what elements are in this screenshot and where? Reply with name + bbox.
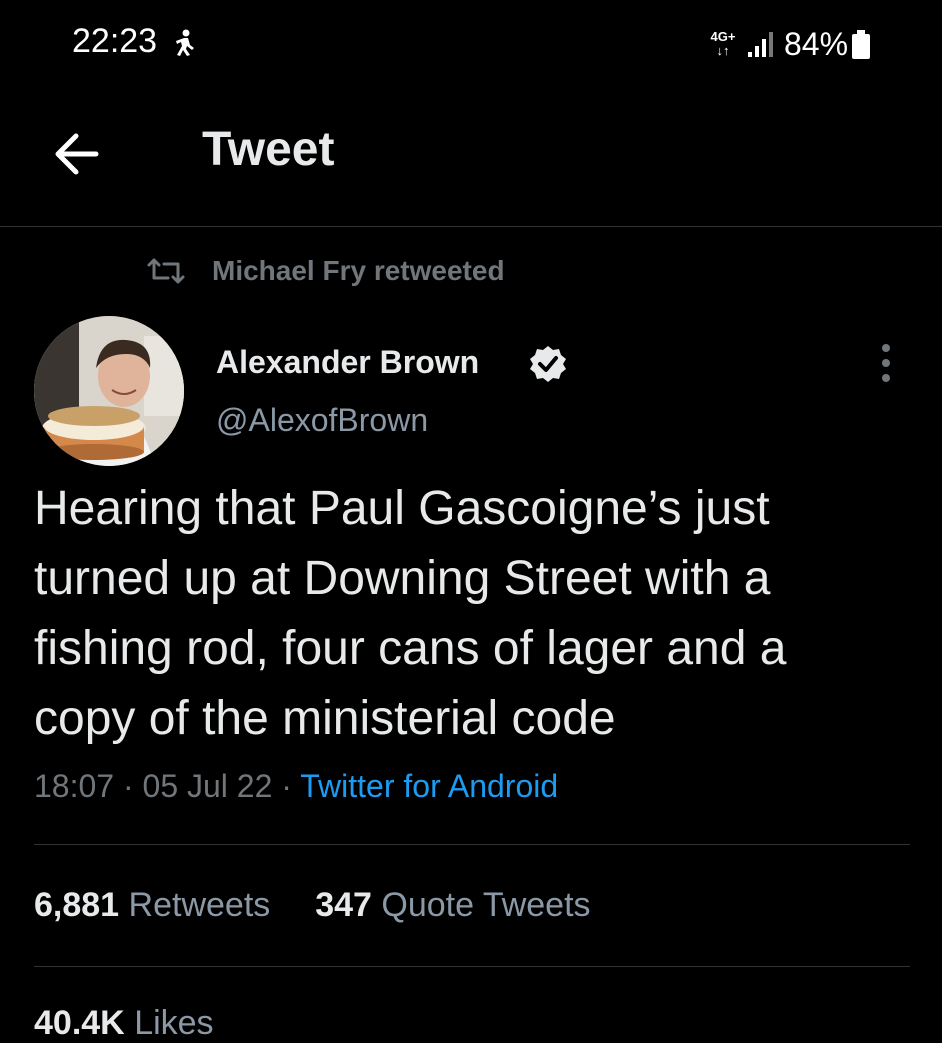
engagement-stats: 6,881 Retweets 347 Quote Tweets xyxy=(34,886,591,925)
retweet-icon xyxy=(147,258,185,284)
quote-tweets-count: 347 xyxy=(315,886,372,924)
walking-icon xyxy=(176,29,194,56)
author-handle[interactable]: @AlexofBrown xyxy=(216,402,428,439)
page-title: Tweet xyxy=(202,123,335,176)
tweet-text-line: copy of the ministerial code xyxy=(34,692,616,745)
tweet-text: Hearing that Paul Gascoigne’s just turne… xyxy=(34,474,914,754)
tweet-text-line: fishing rod, four cans of lager and a xyxy=(34,622,787,675)
tweet-text-line: Hearing that Paul Gascoigne’s just xyxy=(34,482,770,535)
divider xyxy=(34,844,910,845)
tweet-date: 05 Jul 22 xyxy=(142,768,273,804)
verified-badge-icon xyxy=(530,346,566,382)
battery-icon xyxy=(852,30,870,59)
retweet-context[interactable]: Michael Fry retweeted xyxy=(146,254,505,288)
retweet-context-label: Michael Fry retweeted xyxy=(212,255,505,286)
retweets-stat[interactable]: 6,881 Retweets xyxy=(34,886,280,924)
back-arrow-icon[interactable] xyxy=(48,126,108,182)
tweet-source-link[interactable]: Twitter for Android xyxy=(300,768,558,804)
meta-separator: · xyxy=(272,768,301,804)
divider xyxy=(34,966,910,967)
status-time: 22:23 xyxy=(72,22,158,60)
quote-tweets-label: Quote Tweets xyxy=(381,886,591,924)
quote-tweets-stat[interactable]: 347 Quote Tweets xyxy=(315,886,590,924)
retweets-count: 6,881 xyxy=(34,886,120,924)
avatar-image xyxy=(34,316,184,466)
more-options-icon[interactable] xyxy=(866,340,906,386)
network-arrows-icon: ↓↑ xyxy=(716,43,730,58)
likes-count: 40.4K xyxy=(34,1004,125,1042)
signal-icon xyxy=(748,32,773,57)
avatar[interactable] xyxy=(34,316,184,466)
battery-percentage: 84% xyxy=(784,26,849,62)
app-header: Tweet xyxy=(0,90,942,227)
status-bar: 22:23 4G+ ↓↑ 84% xyxy=(0,0,942,90)
meta-separator: · xyxy=(114,768,143,804)
tweet-text-line: turned up at Downing Street with a xyxy=(34,552,771,605)
retweets-label: Retweets xyxy=(128,886,271,924)
author-name[interactable]: Alexander Brown xyxy=(216,344,479,381)
tweet-meta: 18:07 · 05 Jul 22 · Twitter for Android xyxy=(34,768,558,805)
likes-label: Likes xyxy=(134,1004,214,1042)
network-indicator: 4G+ ↓↑ xyxy=(706,30,740,62)
network-type: 4G+ xyxy=(710,29,736,44)
tweet-time: 18:07 xyxy=(34,768,115,804)
